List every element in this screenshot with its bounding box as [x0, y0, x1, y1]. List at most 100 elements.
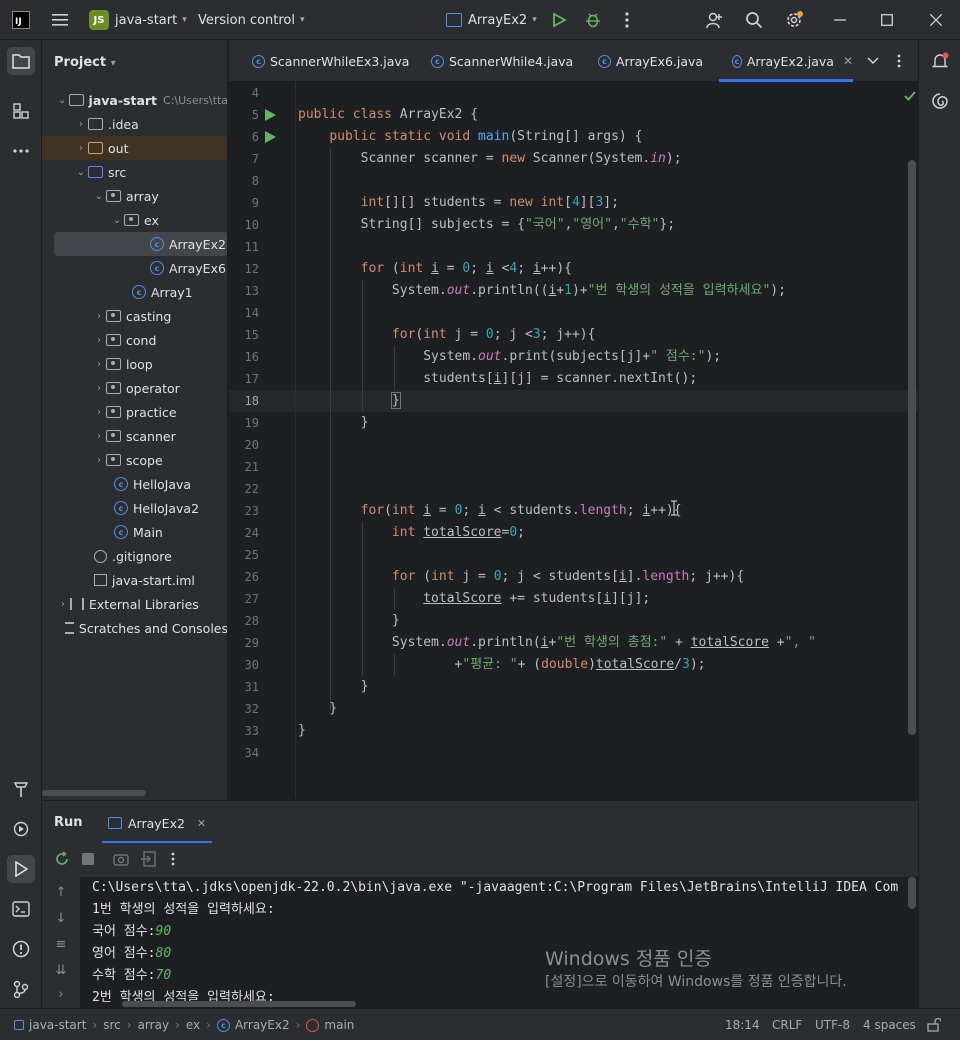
- run-config-icon: [446, 13, 462, 27]
- tab-arrayex6[interactable]: c ArrayEx6.java: [598, 40, 703, 82]
- tree-item-array1[interactable]: c Array1: [42, 280, 227, 304]
- main-menu-icon[interactable]: [48, 8, 72, 32]
- line-number: 34: [244, 746, 259, 760]
- collapsed-arrow-icon: ›: [97, 310, 101, 322]
- tree-item-ex[interactable]: ⌄ ex: [42, 208, 227, 232]
- tree-item-main[interactable]: c Main: [42, 520, 227, 544]
- debug-icon[interactable]: [581, 8, 605, 32]
- console-horizontal-scrollbar[interactable]: [122, 1001, 356, 1007]
- tree-item-arrayex6[interactable]: c ArrayEx6: [42, 256, 227, 280]
- project-folder-icon[interactable]: [7, 47, 35, 75]
- add-user-icon[interactable]: [702, 8, 726, 32]
- breadcrumb-item[interactable]: ex: [186, 1018, 200, 1032]
- line-number: 6: [251, 130, 259, 144]
- tree-item-idea[interactable]: › .idea: [42, 112, 227, 136]
- tab-scannerwhileex3[interactable]: c ScannerWhileEx3.java: [252, 40, 409, 82]
- services-icon[interactable]: [7, 815, 35, 843]
- tree-item-external-libraries[interactable]: › External Libraries: [42, 592, 227, 616]
- tree-item-array[interactable]: ⌄ array: [42, 184, 227, 208]
- stop-icon[interactable]: [76, 847, 100, 871]
- rerun-icon[interactable]: [50, 847, 74, 871]
- tree-item-hellojava[interactable]: c HelloJava: [42, 472, 227, 496]
- structure-icon[interactable]: [7, 97, 35, 125]
- close-icon[interactable]: [924, 8, 948, 32]
- minimize-icon[interactable]: [828, 8, 852, 32]
- tabs-dropdown-icon[interactable]: [861, 49, 885, 73]
- more-tools-icon[interactable]: [7, 137, 35, 165]
- breadcrumb-item[interactable]: main: [324, 1018, 354, 1032]
- vcs-selector[interactable]: Version control ▾: [198, 0, 305, 40]
- tree-item-root[interactable]: ⌄ java-start C:\Users\tta: [42, 88, 227, 112]
- project-horizontal-scrollbar[interactable]: [42, 790, 146, 796]
- tree-item-hellojava2[interactable]: c HelloJava2: [42, 496, 227, 520]
- line-number: 15: [244, 328, 259, 342]
- tree-item-practice[interactable]: › practice: [42, 400, 227, 424]
- code-line-17: students[i][j] = scanner.nextInt();: [298, 371, 698, 386]
- settings-gear-icon[interactable]: [782, 8, 806, 32]
- code-editor[interactable]: 4 5 6 7 8 9 10 11 12 13 14 15 16 17 18 19 20 21 22 23 24 25 26…: [229, 82, 918, 798]
- tree-item-iml[interactable]: java-start.iml: [42, 568, 227, 592]
- code-line-10: String[] subjects = {"국어","영어","수학"};: [298, 217, 676, 232]
- ai-assistant-icon[interactable]: [926, 87, 954, 115]
- tabs-more-icon[interactable]: [887, 49, 911, 73]
- java-class-icon: c: [114, 477, 128, 491]
- tree-item-loop[interactable]: › loop: [42, 352, 227, 376]
- tree-item-scratches[interactable]: Scratches and Consoles: [42, 616, 227, 640]
- tree-item-out[interactable]: › out: [42, 136, 227, 160]
- tree-item-gitignore[interactable]: .gitignore: [42, 544, 227, 568]
- problems-icon[interactable]: [7, 935, 35, 963]
- run-icon[interactable]: [547, 8, 571, 32]
- scroll-to-end-icon[interactable]: ⇊: [52, 963, 70, 978]
- console-line: 국어 점수:90: [92, 924, 172, 939]
- library-icon: [70, 598, 84, 610]
- tree-item-scanner[interactable]: › scanner: [42, 424, 227, 448]
- project-panel-header[interactable]: Project ▾: [54, 55, 116, 70]
- tree-item-src[interactable]: ⌄ src: [42, 160, 227, 184]
- console-line: 1번 학생의 성적을 입력하세요:: [92, 902, 275, 917]
- caret-position[interactable]: 18:14: [725, 1009, 760, 1040]
- terminal-icon[interactable]: [7, 895, 35, 923]
- lock-icon[interactable]: [927, 1009, 941, 1040]
- file-encoding[interactable]: UTF-8: [815, 1009, 850, 1040]
- editor-vertical-scrollbar[interactable]: [908, 160, 916, 735]
- package-icon: [106, 382, 121, 394]
- more-actions-icon[interactable]: [615, 8, 639, 32]
- run-tool-icon[interactable]: [7, 855, 35, 883]
- exit-icon[interactable]: [136, 847, 160, 871]
- breadcrumb-item[interactable]: ArrayEx2: [235, 1018, 290, 1032]
- tree-item-operator[interactable]: › operator: [42, 376, 227, 400]
- soft-wrap-icon[interactable]: ≡: [52, 937, 70, 952]
- line-number: 32: [244, 702, 259, 716]
- breadcrumb-item[interactable]: array: [138, 1018, 169, 1032]
- camera-icon[interactable]: [109, 847, 133, 871]
- build-hammer-icon[interactable]: [7, 775, 35, 803]
- close-tab-icon[interactable]: ✕: [843, 54, 853, 68]
- tab-scannerwhile4[interactable]: c ScannerWhile4.java: [431, 40, 573, 82]
- line-separator[interactable]: CRLF: [772, 1009, 802, 1040]
- indent-setting[interactable]: 4 spaces: [863, 1009, 916, 1040]
- intellij-logo-icon[interactable]: IJ: [12, 11, 30, 29]
- tree-item-cond[interactable]: › cond: [42, 328, 227, 352]
- breadcrumb-item[interactable]: src: [103, 1018, 121, 1032]
- run-config-selector[interactable]: ArrayEx2 ▾: [446, 0, 537, 40]
- tree-item-arrayex2[interactable]: c ArrayEx2: [54, 232, 227, 256]
- tree-item-casting[interactable]: › casting: [42, 304, 227, 328]
- expand-console-icon[interactable]: ›: [52, 987, 70, 1002]
- project-selector[interactable]: JS java-start ▾: [89, 0, 187, 40]
- run-class-gutter-icon[interactable]: [265, 109, 276, 121]
- run-main-gutter-icon[interactable]: [265, 131, 276, 143]
- run-tab-arrayex2[interactable]: ArrayEx2 ✕: [102, 809, 213, 843]
- tree-item-scope[interactable]: › scope: [42, 448, 227, 472]
- console-vertical-scrollbar[interactable]: [908, 877, 916, 909]
- breadcrumb-item[interactable]: java-start: [29, 1018, 86, 1032]
- search-icon[interactable]: [742, 8, 766, 32]
- notifications-bell-icon[interactable]: [926, 47, 954, 75]
- close-run-tab-icon[interactable]: ✕: [197, 817, 206, 830]
- inspection-ok-icon[interactable]: [904, 90, 916, 105]
- tab-arrayex2[interactable]: c ArrayEx2.java ✕: [719, 40, 853, 82]
- scroll-down-icon[interactable]: ↓: [52, 911, 70, 926]
- git-icon[interactable]: [7, 975, 35, 1003]
- run-more-icon[interactable]: [161, 847, 185, 871]
- maximize-icon[interactable]: [875, 8, 899, 32]
- scroll-up-icon[interactable]: ↑: [52, 885, 70, 900]
